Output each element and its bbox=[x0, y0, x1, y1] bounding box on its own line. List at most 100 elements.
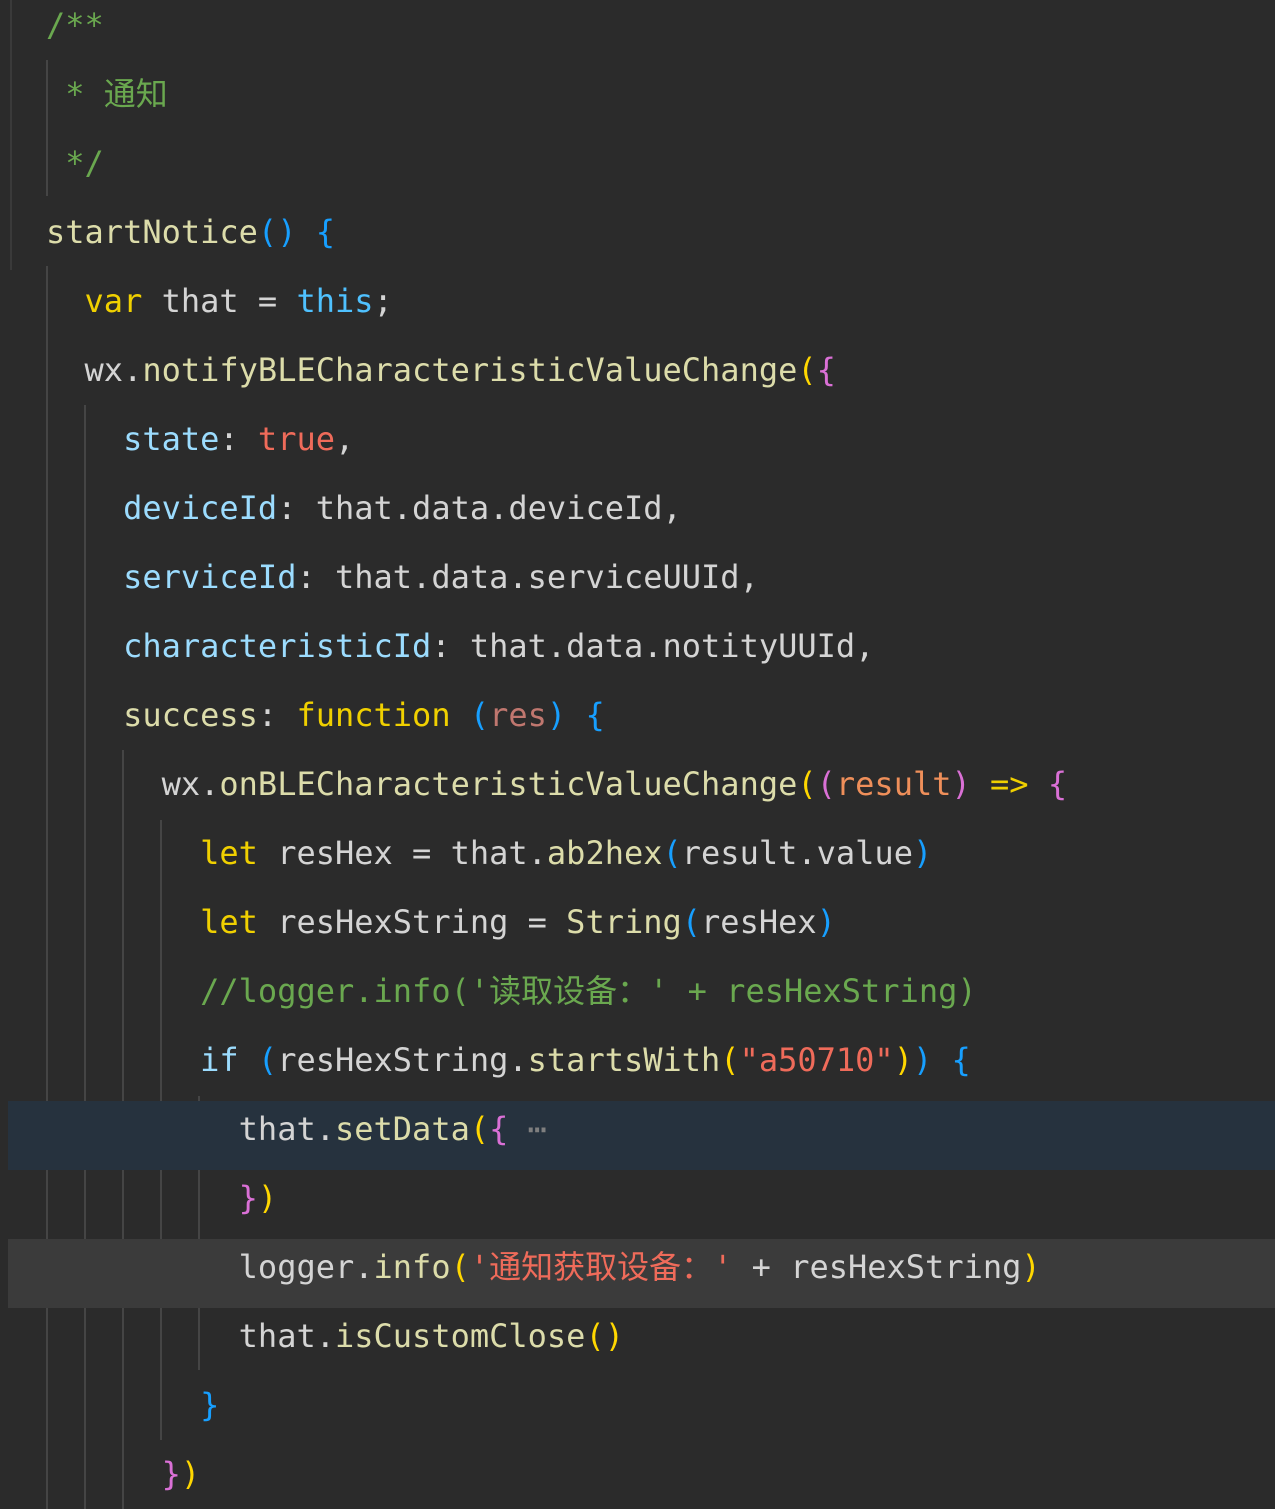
code-token: } bbox=[161, 1455, 181, 1493]
code-line[interactable]: //logger.info('读取设备：' + resHexString) bbox=[0, 963, 1275, 1032]
code-token: = bbox=[257, 282, 278, 320]
code-line[interactable]: let resHexString = String(resHex) bbox=[0, 894, 1275, 963]
code-token: '通知获取设备：' bbox=[469, 1248, 733, 1286]
code-line[interactable]: serviceId: that.data.serviceUUId, bbox=[0, 549, 1275, 618]
code-token: : that.data.serviceUUId, bbox=[296, 558, 759, 596]
code-token: res bbox=[489, 696, 547, 734]
code-token: startNotice bbox=[46, 213, 258, 251]
code-token: * bbox=[46, 75, 104, 113]
code-token: String bbox=[566, 903, 682, 941]
code-token: logger bbox=[238, 1248, 355, 1286]
code-token: ( bbox=[797, 765, 817, 803]
code-token: () bbox=[585, 1317, 624, 1355]
code-token: startsWith bbox=[527, 1041, 721, 1079]
code-token: } bbox=[200, 1386, 220, 1424]
code-line[interactable]: logger.info('通知获取设备：' + resHexString) bbox=[8, 1239, 1275, 1308]
code-token: isCustomClose bbox=[334, 1317, 586, 1355]
code-token: ( bbox=[469, 1110, 490, 1148]
code-line[interactable]: wx.onBLECharacteristicValueChange((resul… bbox=[0, 756, 1275, 825]
code-token: */ bbox=[46, 144, 104, 182]
code-token: ( bbox=[469, 696, 490, 734]
code-token: + resHexString bbox=[732, 1248, 1022, 1286]
code-token: ( bbox=[681, 903, 702, 941]
code-token: true bbox=[257, 420, 335, 458]
code-token: ) bbox=[546, 696, 567, 734]
code-line[interactable]: }) bbox=[0, 1446, 1275, 1509]
code-editor[interactable]: /** * 通知 */startNotice() { var that = th… bbox=[0, 0, 1275, 1509]
code-token: () bbox=[257, 213, 297, 251]
code-token: : that.data.deviceId, bbox=[277, 489, 682, 527]
code-token: ) bbox=[951, 765, 971, 803]
code-token: { bbox=[585, 696, 605, 734]
code-token: ( bbox=[797, 351, 817, 389]
code-token: , bbox=[334, 420, 355, 458]
code-line[interactable]: if (resHexString.startsWith("a50710")) { bbox=[0, 1032, 1275, 1101]
code-token: that bbox=[238, 1317, 316, 1355]
code-token: ab2hex bbox=[546, 834, 663, 872]
code-token: wx bbox=[84, 351, 124, 389]
code-line[interactable]: that.isCustomClose() bbox=[0, 1308, 1275, 1377]
fold-ellipsis-icon[interactable]: ⋯ bbox=[508, 1110, 547, 1148]
code-token: ( bbox=[720, 1041, 740, 1079]
code-token: resHexString. bbox=[277, 1041, 528, 1079]
code-token: = bbox=[412, 834, 432, 872]
code-line[interactable]: /** bbox=[0, 0, 1275, 66]
code-line[interactable]: startNotice() { bbox=[0, 204, 1275, 273]
code-token: "a50710" bbox=[739, 1041, 894, 1079]
code-token: function bbox=[296, 696, 451, 734]
code-token: result bbox=[835, 765, 952, 803]
code-token: : that.data.notityUUId, bbox=[431, 627, 875, 665]
code-token: ( bbox=[662, 834, 682, 872]
code-token: . bbox=[123, 351, 143, 389]
code-token: ) bbox=[257, 1179, 278, 1217]
code-line[interactable]: * 通知 bbox=[0, 66, 1275, 135]
code-token: var bbox=[84, 282, 143, 320]
code-line[interactable]: characteristicId: that.data.notityUUId, bbox=[0, 618, 1275, 687]
code-token: ( bbox=[450, 1248, 470, 1286]
code-token: state bbox=[123, 420, 220, 458]
code-line[interactable]: deviceId: that.data.deviceId, bbox=[0, 480, 1275, 549]
code-line[interactable]: success: function (res) { bbox=[0, 687, 1275, 756]
code-line[interactable]: wx.notifyBLECharacteristicValueChange({ bbox=[0, 342, 1275, 411]
code-token: . bbox=[315, 1110, 335, 1148]
code-line[interactable]: */ bbox=[0, 135, 1275, 204]
code-token: : bbox=[219, 420, 258, 458]
code-line[interactable]: var that = this; bbox=[0, 273, 1275, 342]
code-line[interactable]: }) bbox=[0, 1170, 1275, 1239]
code-token: //logger.info('读取设备：' + resHexString) bbox=[200, 972, 977, 1010]
code-token: ) bbox=[893, 1041, 913, 1079]
code-token: = bbox=[527, 903, 547, 941]
code-token: { bbox=[816, 351, 836, 389]
code-token: ( bbox=[257, 1041, 278, 1079]
code-token: ) bbox=[912, 1041, 933, 1079]
code-line[interactable]: that.setData({ ⋯ bbox=[8, 1101, 1275, 1170]
code-line[interactable]: let resHex = that.ab2hex(result.value) bbox=[0, 825, 1275, 894]
code-token: ) bbox=[1021, 1248, 1041, 1286]
code-line[interactable]: state: true, bbox=[0, 411, 1275, 480]
code-token: onBLECharacteristicValueChange bbox=[219, 765, 798, 803]
code-token: if bbox=[200, 1041, 239, 1079]
code-token: resHexString bbox=[257, 903, 528, 941]
code-line[interactable]: } bbox=[0, 1377, 1275, 1446]
code-token: let bbox=[200, 903, 258, 941]
